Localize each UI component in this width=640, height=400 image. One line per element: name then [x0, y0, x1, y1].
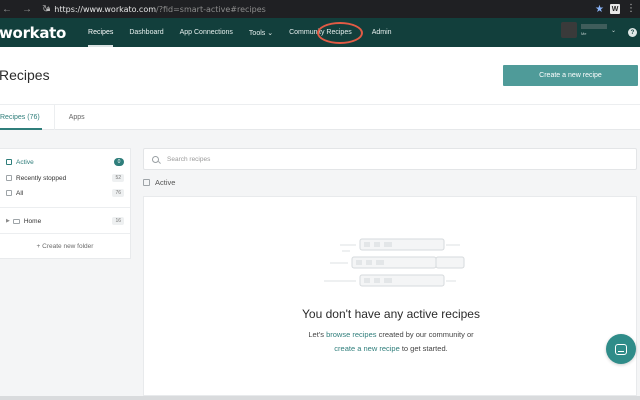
line1-prefix: Let's — [308, 330, 327, 339]
nav-dashboard[interactable]: Dashboard — [121, 18, 171, 47]
empty-recipes-illustration — [324, 238, 465, 287]
create-folder-link[interactable]: + Create new folder — [0, 243, 130, 250]
browser-nav: ← → ↻ — [0, 4, 50, 15]
help-icon[interactable]: ? — [628, 28, 637, 37]
sidebar-divider — [0, 233, 130, 234]
user-sub: Me — [580, 31, 587, 36]
browser-menu-icon[interactable]: ⋮ — [626, 4, 636, 14]
nav-admin[interactable]: Admin — [364, 18, 400, 47]
tab-recipes[interactable]: Recipes (76) — [0, 105, 55, 130]
bottom-scrollbar — [0, 396, 640, 400]
sidebar-item-recently-stopped[interactable]: Recently stopped 52 — [6, 172, 124, 184]
chevron-right-icon[interactable]: ▶ — [6, 218, 10, 224]
empty-state-title: You don't have any active recipes — [302, 307, 480, 321]
sidebar-folder-home[interactable]: ▶ Home 16 — [6, 215, 124, 227]
nav-tools[interactable]: Tools ⌄ — [241, 18, 281, 47]
line2-suffix: to get started. — [399, 344, 448, 353]
folder-icon — [6, 175, 12, 181]
page-header: Recipes Create a new recipe Recipes (76)… — [0, 47, 640, 130]
sidebar-item-all[interactable]: All 76 — [6, 187, 124, 199]
lock-icon: 🔒︎ — [46, 4, 51, 13]
avatar — [560, 22, 577, 38]
line1-suffix: created by our community or — [376, 330, 474, 339]
folder-icon — [143, 179, 150, 186]
empty-state-line-1: Let's browse recipes created by our comm… — [144, 330, 638, 339]
back-icon[interactable]: ← — [2, 4, 12, 15]
extension-icon[interactable]: W — [610, 4, 620, 14]
browser-actions: ★ W ⋮ — [595, 0, 640, 18]
sidebar-item-label: Recently stopped — [16, 174, 67, 182]
recipe-tabs: Recipes (76) Apps — [0, 104, 640, 130]
user-meta: Me — [580, 24, 607, 36]
nav-recipes[interactable]: Recipes — [80, 18, 121, 47]
brand-logo[interactable]: workato — [0, 24, 66, 42]
section-title: Active — [155, 178, 176, 187]
page-title: Recipes — [0, 67, 50, 83]
chat-bubble-icon — [615, 343, 627, 355]
app-navbar: workato Recipes Dashboard App Connection… — [0, 18, 640, 47]
browser-toolbar: ← → ↻ 🔒︎ https://www.workato.com/?fid=sm… — [0, 0, 640, 18]
count-badge: 52 — [112, 174, 124, 182]
create-new-recipe-link[interactable]: create a new recipe — [334, 344, 399, 353]
folder-icon — [12, 218, 20, 224]
search-input[interactable] — [167, 155, 467, 163]
count-badge: 16 — [112, 217, 124, 225]
sidebar-item-label: Home — [23, 217, 42, 225]
empty-state-line-2: create a new recipe to get started. — [144, 344, 638, 353]
chat-support-button[interactable] — [606, 334, 636, 364]
address-bar[interactable]: https://www.workato.com/?fid=smart-activ… — [54, 5, 266, 14]
chevron-down-icon: ⌄ — [610, 27, 616, 34]
sidebar-item-active[interactable]: Active 0 — [6, 156, 124, 168]
tab-apps[interactable]: Apps — [55, 105, 99, 130]
sidebar-divider — [0, 207, 130, 208]
section-header: Active — [143, 178, 175, 187]
create-recipe-button[interactable]: Create a new recipe — [503, 65, 638, 86]
user-name-redacted — [580, 24, 607, 29]
folder-icon — [6, 159, 12, 165]
nav-app-connections[interactable]: App Connections — [172, 18, 241, 47]
browse-recipes-link[interactable]: browse recipes — [326, 330, 376, 339]
sidebar-item-label: All — [16, 189, 24, 197]
url-rest: /?fid=smart-active#recipes — [156, 4, 266, 14]
empty-state-panel: You don't have any active recipes Let's … — [143, 196, 637, 396]
search-icon — [152, 155, 159, 163]
sidebar-item-label: Active — [16, 158, 34, 166]
bookmark-star-icon[interactable]: ★ — [595, 4, 604, 15]
folder-icon — [6, 190, 12, 196]
count-badge: 76 — [112, 189, 124, 197]
user-menu[interactable]: Me ⌄ — [560, 22, 616, 38]
forward-icon[interactable]: → — [22, 4, 32, 15]
url-main: https://www.workato.com — [54, 4, 157, 14]
search-bar — [143, 148, 637, 170]
folder-sidebar: Active 0 Recently stopped 52 All 76 ▶ Ho… — [0, 148, 131, 259]
count-badge: 0 — [114, 158, 124, 166]
nav-community-recipes[interactable]: Community Recipes — [281, 18, 360, 47]
